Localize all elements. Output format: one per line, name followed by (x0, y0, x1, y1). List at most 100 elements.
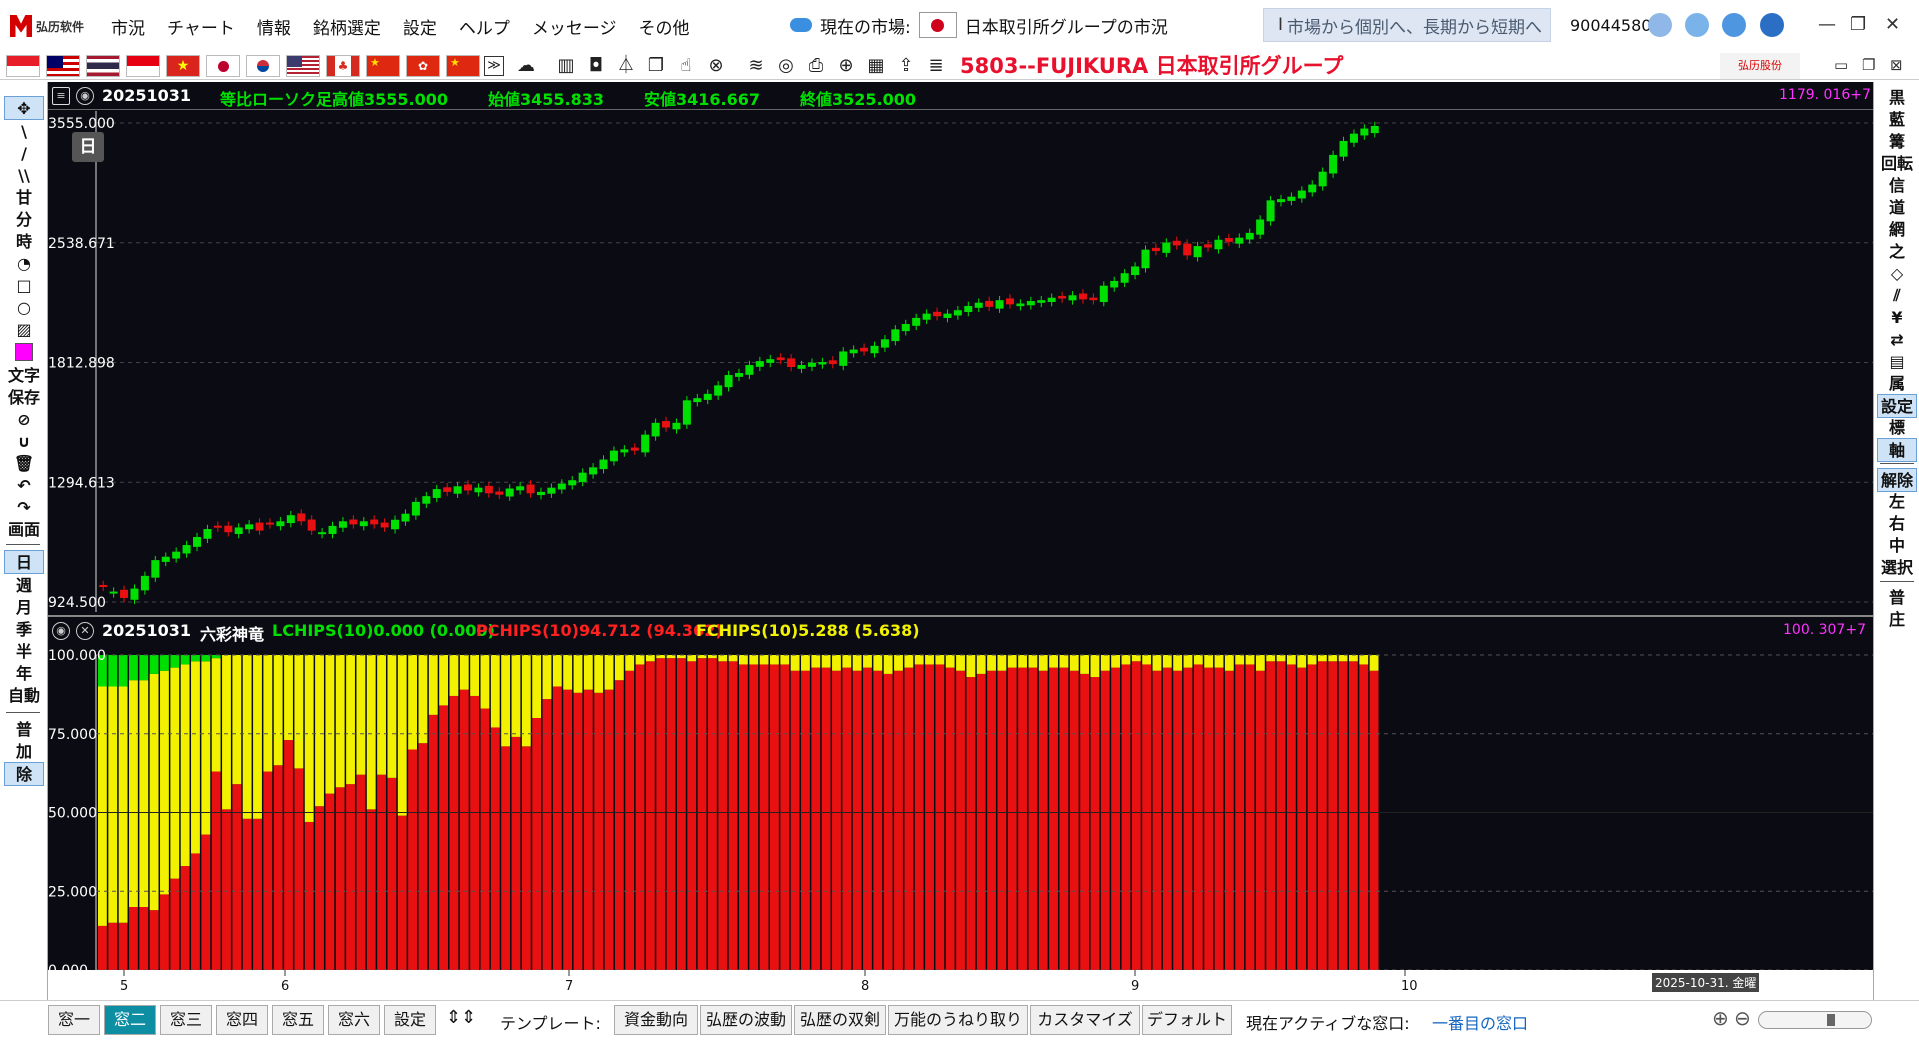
period-month[interactable]: 月 (4, 596, 44, 620)
pointer-icon[interactable]: ☝ (674, 54, 698, 78)
right-tool-14[interactable]: 右 (1877, 512, 1917, 536)
window-settings-tab[interactable]: 設定 (384, 1005, 436, 1035)
trend-icon[interactable]: ⫽ (1877, 284, 1917, 308)
menu-help[interactable]: ヘルプ (448, 14, 521, 39)
sort-arrows-icon[interactable]: ⇕⇕ (446, 1007, 476, 1028)
close-icon[interactable]: ✕ (76, 622, 94, 640)
chips-stacked-chart[interactable]: 100.000 75.000 50.000 25.000 0.000 (48, 617, 1873, 970)
parallel-line-tool[interactable]: \\ (4, 164, 44, 188)
template-double-sword[interactable]: 弘歴の双剣 (794, 1005, 886, 1035)
tools-icon[interactable] (1722, 13, 1746, 37)
crosshair-tool-icon[interactable]: ✥ (4, 96, 44, 120)
remove-button[interactable]: 除 (4, 762, 44, 786)
period-half[interactable]: 半 (4, 640, 44, 664)
fibonacci-tool[interactable]: 分 (4, 208, 44, 232)
menu-icon[interactable]: ≡ (52, 87, 70, 105)
flag-indonesia-icon[interactable] (126, 55, 160, 77)
grid-icon[interactable]: ▦ (864, 54, 888, 78)
chips-indicator-pane[interactable]: 100.000 75.000 50.000 25.000 0.000 ◉ ✕ 20251… (48, 615, 1873, 970)
zoom-in-icon[interactable]: ⊕ (1712, 1006, 1729, 1030)
period-auto[interactable]: 自動 (4, 684, 44, 708)
template-wave[interactable]: 弘歴の波動 (700, 1005, 792, 1035)
pane-restore-icon[interactable]: ❐ (1862, 56, 1875, 74)
japan-flag-icon[interactable] (918, 12, 957, 38)
brand-badge[interactable]: 弘历股份 (1720, 53, 1800, 79)
export-icon[interactable]: ⇪ (894, 54, 918, 78)
normal-button[interactable]: 普 (4, 718, 44, 742)
right-tool-17[interactable]: 普 (1877, 586, 1917, 610)
arc-tool-icon[interactable]: ◔ (4, 252, 44, 276)
user-avatar-icon[interactable] (1648, 13, 1672, 37)
scroll-thumb[interactable] (1827, 1014, 1835, 1026)
trash-icon[interactable]: 🗑 (4, 452, 44, 476)
window-5-tab[interactable]: 窓五 (272, 1005, 324, 1035)
filter-icon[interactable]: ⏃ (614, 54, 638, 78)
period-year[interactable]: 年 (4, 662, 44, 686)
gann-tool[interactable]: 甘 (4, 186, 44, 210)
right-tool-6[interactable]: 網 (1877, 218, 1917, 242)
save-tool[interactable]: 保存 (4, 386, 44, 410)
color-swatch[interactable] (15, 343, 33, 361)
window-6-tab[interactable]: 窓六 (328, 1005, 380, 1035)
menu-market[interactable]: 市況 (100, 14, 156, 39)
minimize-icon[interactable]: — (1818, 14, 1836, 35)
palette-icon[interactable]: ▤ (1877, 350, 1917, 374)
settings-icon[interactable]: ◉ (52, 622, 70, 640)
text-tool[interactable]: 文字 (4, 364, 44, 388)
flag-japan-icon[interactable] (206, 55, 240, 77)
flag-thailand-icon[interactable] (86, 55, 120, 77)
undo-icon[interactable]: ↶ (4, 474, 44, 498)
layers-icon[interactable]: ≣ (924, 54, 948, 78)
cancel-icon[interactable]: ⊗ (704, 54, 728, 78)
template-fund-flow[interactable]: 資金動向 (614, 1005, 698, 1035)
template-universal[interactable]: 万能のうねり取り (888, 1005, 1028, 1035)
menu-info[interactable]: 情報 (246, 14, 302, 39)
window-4-tab[interactable]: 窓四 (216, 1005, 268, 1035)
right-tool-3[interactable]: 回転 (1877, 152, 1917, 176)
flag-china-icon[interactable]: ★ (366, 55, 400, 77)
chat-icon[interactable] (1685, 13, 1709, 37)
right-tool-8[interactable]: 属 (1877, 372, 1917, 396)
wifi-icon[interactable]: ≋ (744, 54, 768, 78)
scroll-slider[interactable] (1758, 1011, 1872, 1029)
candlestick-pane[interactable]: 3555.000 2538.671 1812.898 1294.613 924.500 … (48, 82, 1873, 615)
right-tool-4[interactable]: 信 (1877, 174, 1917, 198)
screen-tool[interactable]: 画面 (4, 518, 44, 542)
window-3-tab[interactable]: 窓三 (160, 1005, 212, 1035)
right-tool-1[interactable]: 藍 (1877, 108, 1917, 132)
menu-screener[interactable]: 銘柄選定 (302, 14, 392, 39)
settings-icon[interactable]: ◉ (76, 87, 94, 105)
candlestick-chart[interactable]: 3555.000 2538.671 1812.898 1294.613 924.500 (48, 82, 1873, 615)
zoom-out-icon[interactable]: ⊖ (1734, 1006, 1751, 1030)
restore-icon[interactable]: ❐ (1850, 14, 1866, 35)
magnet-icon[interactable]: ∪ (4, 430, 44, 454)
right-tool-0[interactable]: 黒 (1877, 86, 1917, 110)
camera-icon[interactable]: ◘ (584, 54, 608, 78)
period-quarter[interactable]: 季 (4, 618, 44, 642)
period-day[interactable]: 日 (4, 550, 44, 574)
redo-icon[interactable]: ↷ (4, 496, 44, 520)
menu-chart[interactable]: チャート (156, 14, 246, 39)
flag-singapore-icon[interactable] (6, 55, 40, 77)
right-tool-2[interactable]: 篝 (1877, 130, 1917, 154)
flag-canada-icon[interactable]: ♣ (326, 55, 360, 77)
copy-icon[interactable]: ❐ (644, 54, 668, 78)
pane-close-icon[interactable]: ⊠ (1890, 56, 1903, 74)
right-tool-16[interactable]: 選択 (1877, 556, 1917, 580)
more-flags-icon[interactable]: ≫ (484, 56, 504, 76)
flag-korea-icon[interactable] (246, 55, 280, 77)
cloud-download-icon[interactable] (790, 18, 812, 32)
right-tool-11[interactable]: 軸 (1877, 438, 1917, 462)
right-tool-5[interactable]: 道 (1877, 196, 1917, 220)
flag-usa-icon[interactable] (286, 55, 320, 77)
flag-vietnam-icon[interactable]: ★ (166, 55, 200, 77)
right-tool-7[interactable]: 之 (1877, 240, 1917, 264)
right-tool-18[interactable]: 庄 (1877, 608, 1917, 632)
swap-icon[interactable]: ⇄ (1877, 328, 1917, 352)
yen-icon[interactable]: ¥ (1877, 306, 1917, 330)
template-default[interactable]: デフォルト (1142, 1005, 1232, 1035)
diamond-icon[interactable]: ◇ (1877, 262, 1917, 286)
period-week[interactable]: 週 (4, 574, 44, 598)
right-tool-9[interactable]: 設定 (1877, 394, 1917, 418)
menu-settings[interactable]: 設定 (392, 14, 448, 39)
